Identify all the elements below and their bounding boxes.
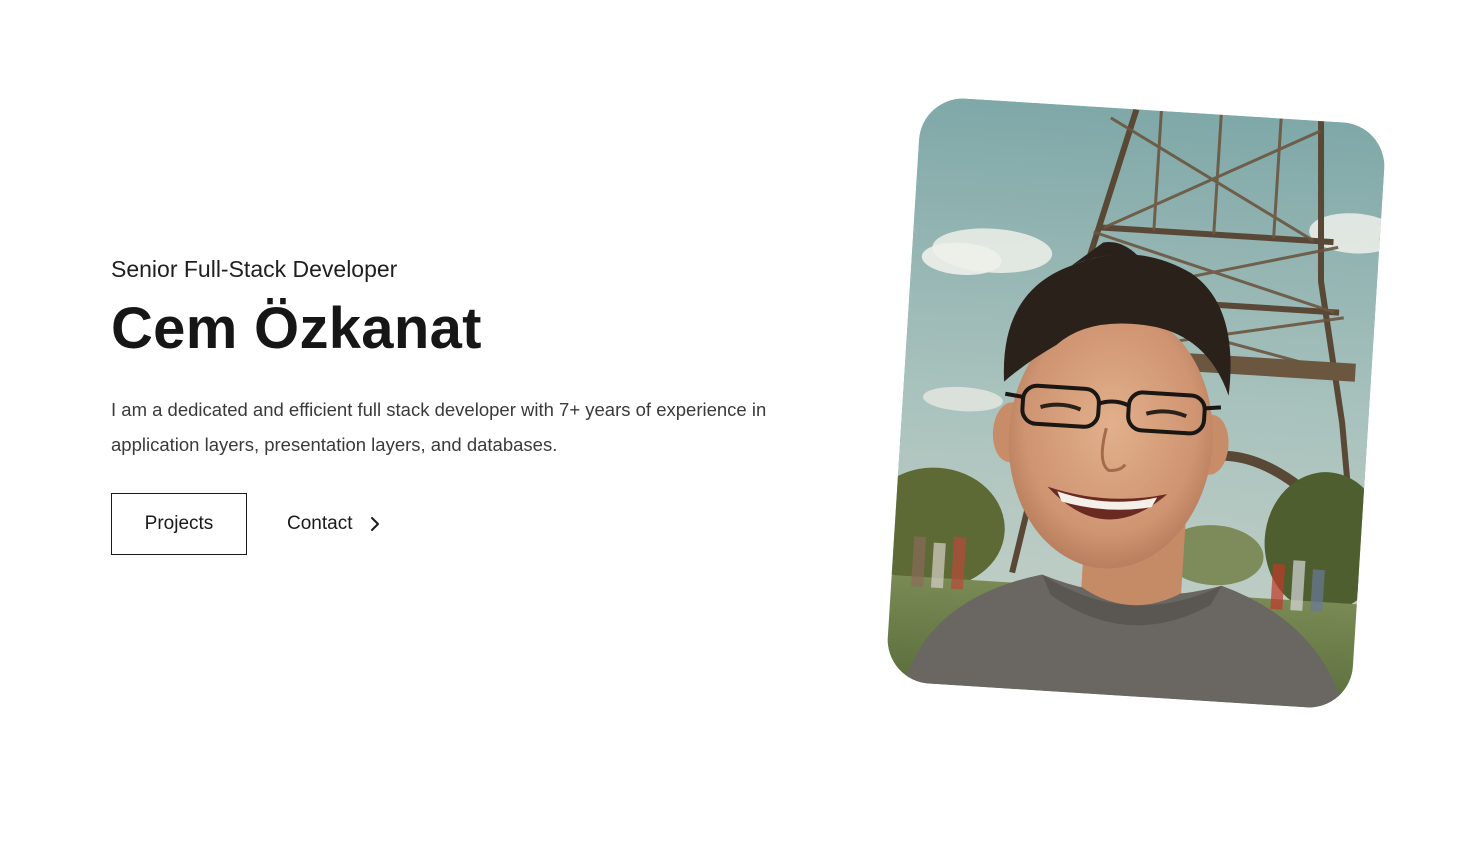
hero-actions: Projects Contact <box>111 493 811 555</box>
contact-link[interactable]: Contact <box>287 513 380 535</box>
projects-button[interactable]: Projects <box>111 493 247 555</box>
profile-photo <box>885 95 1387 711</box>
profile-photo-illustration <box>885 95 1387 711</box>
hero-name: Cem Özkanat <box>111 296 482 361</box>
projects-button-label: Projects <box>144 513 214 534</box>
hero-bio: I am a dedicated and efficient full stac… <box>111 399 767 455</box>
hero-section: Senior Full-Stack Developer Cem Özkanat … <box>111 252 811 555</box>
contact-link-label: Contact <box>287 513 353 534</box>
hero-subtitle: Senior Full-Stack Developer <box>111 256 398 282</box>
chevron-right-icon <box>370 516 380 532</box>
